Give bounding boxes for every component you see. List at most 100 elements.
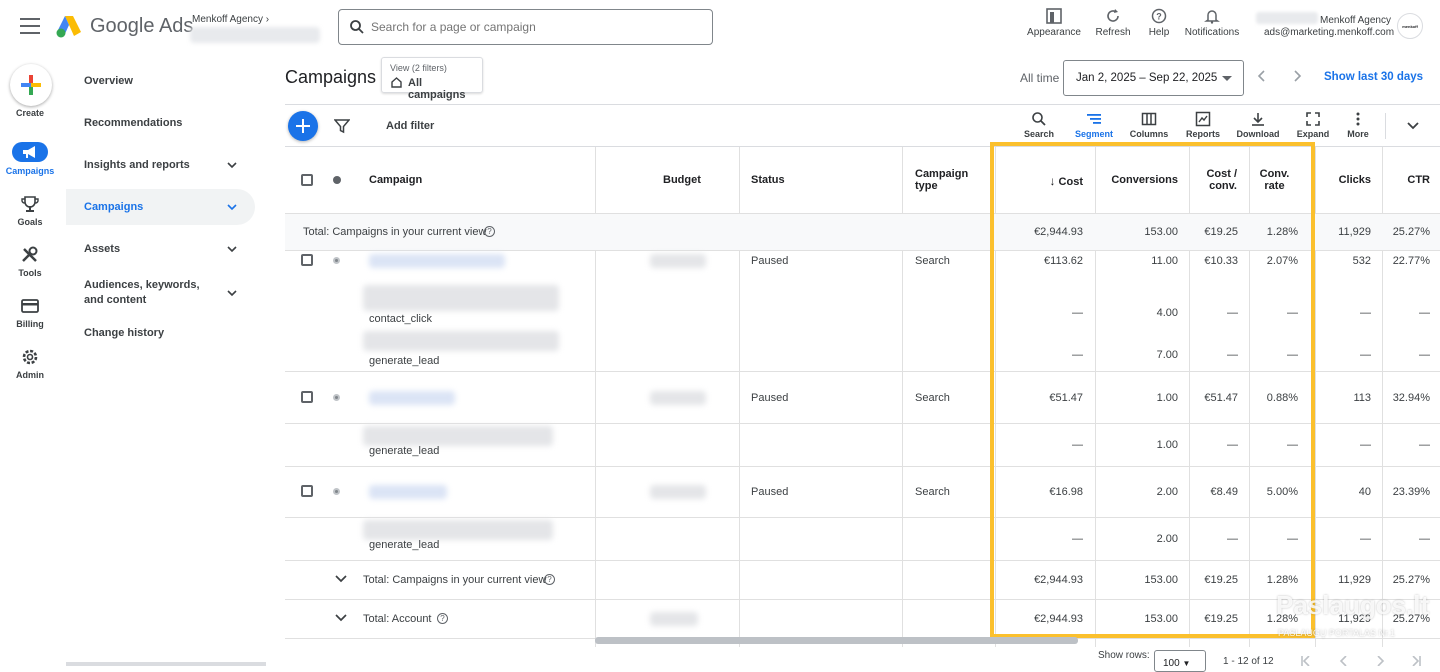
filter-icon[interactable] bbox=[334, 118, 350, 134]
campaign-name-blurred[interactable] bbox=[369, 485, 447, 499]
status-value: Paused bbox=[751, 392, 789, 404]
show-last-30-days-link[interactable]: Show last 30 days bbox=[1324, 71, 1423, 83]
tool-columns[interactable]: Columns bbox=[1128, 111, 1170, 139]
last-page-icon[interactable] bbox=[1410, 656, 1422, 666]
segment-blurred bbox=[363, 285, 559, 311]
clicks-value: 532 bbox=[1352, 255, 1371, 267]
col-budget[interactable]: Budget bbox=[663, 174, 701, 186]
rail-item-campaigns[interactable] bbox=[12, 142, 48, 162]
row-checkbox[interactable] bbox=[301, 391, 313, 403]
all-time-label: All time bbox=[1020, 71, 1060, 85]
nav-item-assets[interactable]: Assets bbox=[66, 231, 255, 267]
campaign-name-blurred[interactable] bbox=[369, 391, 455, 405]
conv-rate-value: 1.28% bbox=[1266, 226, 1298, 238]
help-circle-icon[interactable]: ? bbox=[544, 574, 555, 585]
conv-rate-value: 2.07% bbox=[1266, 255, 1298, 267]
horizontal-scrollbar[interactable] bbox=[595, 637, 1078, 644]
campaign-name-blurred[interactable] bbox=[369, 254, 505, 268]
date-range-picker[interactable]: Jan 2, 2025 – Sep 22, 2025 bbox=[1063, 60, 1244, 96]
next-period-icon[interactable] bbox=[1291, 70, 1303, 82]
nav-item-audiences[interactable]: Audiences, keywords, and content bbox=[66, 273, 255, 313]
conversions-value: 2.00 bbox=[1156, 533, 1178, 545]
table-row[interactable]: Paused Search €51.47 1.00 €51.47 0.88% 1… bbox=[285, 372, 1440, 424]
account-id-blurred bbox=[190, 27, 320, 43]
menu-icon[interactable] bbox=[20, 18, 40, 34]
search-box[interactable] bbox=[338, 9, 713, 45]
rows-per-page-select[interactable]: 100 ▼ bbox=[1154, 650, 1206, 672]
budget-blurred bbox=[650, 391, 706, 405]
col-conv-rate[interactable]: Conv. rate bbox=[1251, 168, 1298, 192]
chevron-down-icon[interactable] bbox=[335, 614, 347, 622]
tool-more[interactable]: More bbox=[1345, 111, 1371, 139]
next-page-icon[interactable] bbox=[1374, 656, 1386, 666]
gear-icon[interactable] bbox=[20, 347, 40, 367]
rail-label-admin[interactable]: Admin bbox=[0, 370, 60, 380]
nav-scrollbar[interactable] bbox=[66, 662, 266, 666]
cost-value: €2,944.93 bbox=[1034, 226, 1083, 238]
cost-conv-value: — bbox=[1227, 349, 1238, 361]
rail-label-billing[interactable]: Billing bbox=[0, 319, 60, 329]
col-clicks[interactable]: Clicks bbox=[1317, 174, 1371, 186]
add-filter-button[interactable]: Add filter bbox=[386, 120, 434, 132]
col-conversions[interactable]: Conversions bbox=[1097, 174, 1178, 186]
tool-reports[interactable]: Reports bbox=[1184, 111, 1222, 139]
select-all-checkbox[interactable] bbox=[301, 174, 313, 186]
col-cost-per-conv[interactable]: Cost / conv. bbox=[1191, 168, 1237, 192]
new-campaign-button[interactable] bbox=[288, 111, 318, 141]
chevron-down-icon[interactable] bbox=[1407, 121, 1419, 131]
card-icon[interactable] bbox=[20, 296, 40, 316]
rail-label-goals[interactable]: Goals bbox=[0, 217, 60, 227]
help-circle-icon[interactable]: ? bbox=[484, 226, 495, 237]
trophy-icon[interactable] bbox=[20, 194, 40, 214]
segment-icon bbox=[1087, 114, 1101, 124]
clicks-value: — bbox=[1360, 439, 1371, 451]
help-circle-icon[interactable]: ? bbox=[437, 613, 448, 624]
table-row[interactable]: Paused Search €16.98 2.00 €8.49 5.00% 40… bbox=[285, 467, 1440, 518]
view-selector[interactable]: View (2 filters) All campaigns bbox=[381, 57, 483, 101]
cost-value: — bbox=[1072, 439, 1083, 451]
account-name[interactable]: Menkoff Agency › bbox=[192, 14, 269, 25]
tool-search[interactable]: Search bbox=[1023, 111, 1055, 139]
tool-segment[interactable]: Segment bbox=[1073, 111, 1115, 139]
sort-arrow-icon: ↓ bbox=[1049, 174, 1056, 188]
pagination-range: 1 - 12 of 12 bbox=[1223, 656, 1274, 667]
search-input[interactable] bbox=[371, 10, 701, 44]
appearance-button[interactable]: Appearance bbox=[1026, 8, 1082, 38]
row-checkbox[interactable] bbox=[301, 485, 313, 497]
cost-value: — bbox=[1072, 307, 1083, 319]
prev-page-icon[interactable] bbox=[1338, 656, 1350, 666]
refresh-icon bbox=[1107, 9, 1119, 22]
avatar[interactable]: menkoff bbox=[1397, 13, 1423, 39]
tool-expand[interactable]: Expand bbox=[1295, 111, 1331, 139]
tool-download[interactable]: Download bbox=[1235, 111, 1281, 139]
rail-label-campaigns[interactable]: Campaigns bbox=[0, 166, 60, 176]
download-icon bbox=[1252, 113, 1264, 126]
help-button[interactable]: ? Help bbox=[1145, 8, 1173, 38]
nav-item-insights[interactable]: Insights and reports bbox=[66, 147, 255, 183]
tools-icon[interactable] bbox=[20, 245, 40, 265]
rail-label-tools[interactable]: Tools bbox=[0, 268, 60, 278]
nav-item-overview[interactable]: Overview bbox=[66, 63, 255, 99]
conversions-value: 11.00 bbox=[1151, 255, 1178, 267]
conversions-value: 153.00 bbox=[1144, 226, 1178, 238]
row-checkbox[interactable] bbox=[301, 254, 313, 266]
table-row[interactable]: Paused Search €113.62 11.00 €10.33 2.07%… bbox=[285, 251, 1440, 287]
refresh-button[interactable]: Refresh bbox=[1094, 8, 1132, 38]
chevron-down-icon[interactable] bbox=[335, 575, 347, 583]
nav-item-campaigns[interactable]: Campaigns bbox=[66, 189, 255, 225]
col-campaign-type[interactable]: Campaign type bbox=[915, 168, 975, 192]
col-status[interactable]: Status bbox=[751, 174, 785, 186]
conv-rate-value: — bbox=[1287, 533, 1298, 545]
cost-conv-value: — bbox=[1227, 533, 1238, 545]
nav-item-change-history[interactable]: Change history bbox=[66, 315, 255, 351]
nav-item-recommendations[interactable]: Recommendations bbox=[66, 105, 255, 141]
status-dot-header bbox=[333, 176, 341, 184]
col-campaign[interactable]: Campaign bbox=[369, 174, 422, 186]
col-cost[interactable]: ↓ Cost bbox=[997, 174, 1083, 188]
create-button[interactable] bbox=[10, 64, 52, 106]
col-ctr[interactable]: CTR bbox=[1384, 174, 1430, 186]
notifications-button[interactable]: Notifications bbox=[1182, 8, 1242, 38]
conv-rate-value: — bbox=[1287, 349, 1298, 361]
first-page-icon[interactable] bbox=[1300, 656, 1312, 666]
prev-period-icon[interactable] bbox=[1256, 70, 1268, 82]
